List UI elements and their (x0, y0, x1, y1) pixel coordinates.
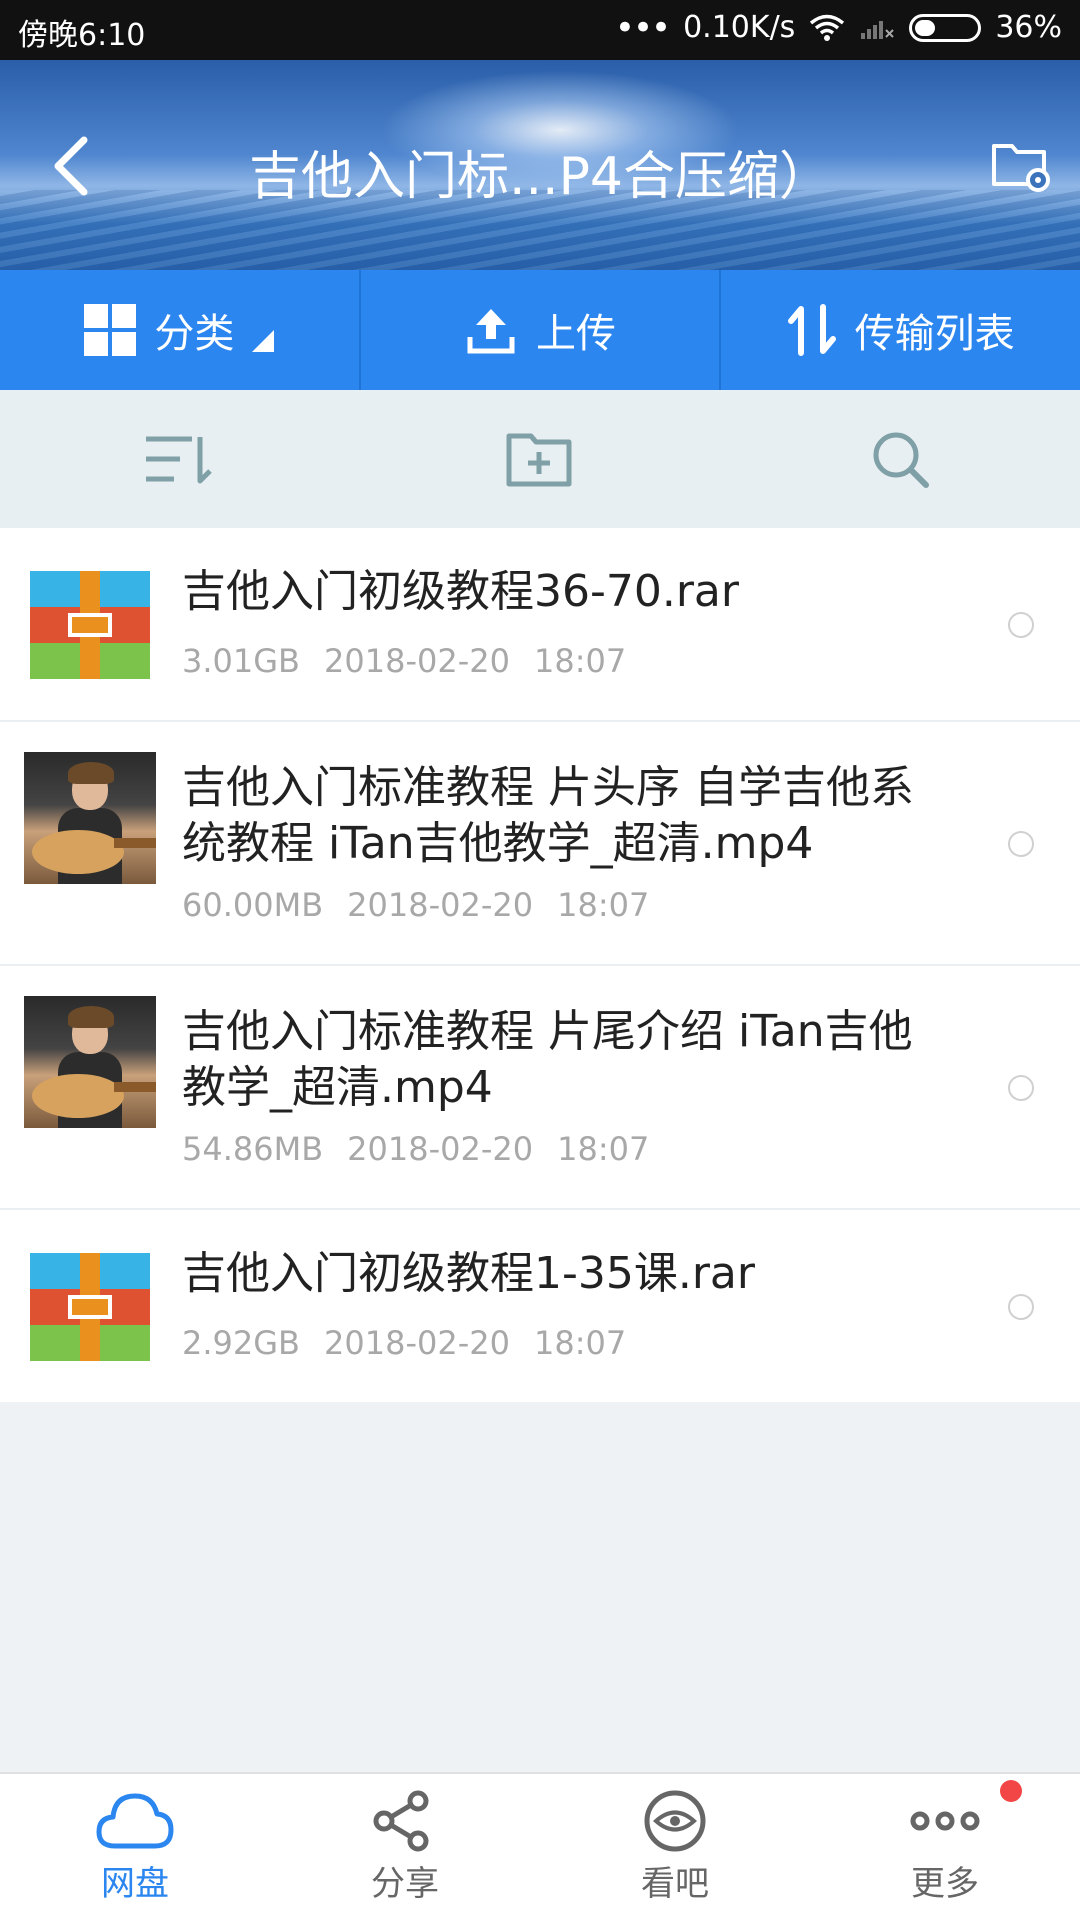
new-folder-icon (506, 433, 572, 487)
sort-icon (146, 436, 212, 484)
upload-icon (467, 309, 515, 354)
upload-label: 上传 (536, 311, 616, 357)
transfer-list-label: 传输列表 (854, 311, 1015, 357)
video-thumbnail (24, 752, 156, 884)
toolbar: 分类 上传 传输列表 (0, 270, 1080, 390)
file-meta: 54.86MB 2018-02-20 18:07 (182, 1130, 673, 1168)
eye-icon (644, 1790, 706, 1852)
file-date: 2018-02-20 (347, 886, 534, 924)
file-name: 吉他入门初级教程36-70.rar (182, 566, 739, 617)
file-size: 3.01GB (182, 642, 300, 680)
category-button[interactable]: 分类 (0, 270, 361, 390)
transfer-icon (787, 304, 836, 356)
nav-label: 更多 (911, 1864, 979, 1904)
list-item[interactable]: 吉他入门初级教程1-35课.rar 2.92GB 2018-02-20 18:07 (0, 1210, 1080, 1402)
bottom-nav: 网盘 分享 看吧 更多 (0, 1772, 1080, 1920)
action-row (0, 390, 1080, 528)
grid-icon (84, 304, 137, 356)
file-date: 2018-02-20 (324, 1324, 510, 1362)
list-item[interactable]: 吉他入门标准教程 片尾介绍 iTan吉他教学_超清.mp4 54.86MB 201… (0, 966, 1080, 1210)
file-size: 2.92GB (182, 1324, 300, 1362)
search-icon (873, 432, 929, 488)
file-meta: 60.00MB 2018-02-20 18:07 (182, 886, 673, 924)
file-meta: 3.01GB 2018-02-20 18:07 (182, 642, 650, 680)
category-label: 分类 (154, 311, 235, 357)
search-button[interactable] (720, 390, 1080, 528)
file-time: 18:07 (533, 642, 627, 680)
battery-icon (909, 13, 982, 42)
status-bar: 傍晚6:10 ••• 0.10K/s 36% (0, 0, 1080, 60)
file-date: 2018-02-20 (347, 1130, 534, 1168)
select-radio[interactable] (1008, 1075, 1034, 1101)
cloud-icon (96, 1793, 174, 1849)
transfer-list-button[interactable]: 传输列表 (721, 270, 1080, 390)
select-radio[interactable] (1008, 1294, 1034, 1320)
network-speed: 0.10K/s (683, 10, 796, 45)
wifi-icon (810, 14, 845, 41)
nav-item-watch[interactable]: 看吧 (540, 1774, 810, 1920)
file-name: 吉他入门初级教程1-35课.rar (182, 1248, 755, 1299)
nav-item-share[interactable]: 分享 (270, 1774, 540, 1920)
nav-item-more[interactable]: 更多 (810, 1774, 1080, 1920)
battery-percent: 36% (995, 10, 1062, 45)
file-name: 吉他入门标准教程 片尾介绍 iTan吉他教学_超清.mp4 (182, 1006, 913, 1113)
back-icon[interactable] (42, 126, 102, 206)
select-radio[interactable] (1008, 612, 1034, 638)
nav-label: 看吧 (641, 1864, 709, 1904)
signal-icon (861, 20, 895, 39)
file-size: 54.86MB (182, 1130, 324, 1168)
file-size: 60.00MB (182, 886, 324, 924)
select-radio[interactable] (1008, 831, 1034, 857)
notification-dot (1000, 1780, 1022, 1802)
status-time: 傍晚6:10 (18, 18, 146, 53)
upload-button[interactable]: 上传 (361, 270, 722, 390)
file-date: 2018-02-20 (324, 642, 510, 680)
folder-settings-icon[interactable] (988, 132, 1052, 196)
list-item[interactable]: 吉他入门标准教程 片头序 自学吉他系统教程 iTan吉他教学_超清.mp4 60… (0, 722, 1080, 966)
header: 吉他入门标...P4合压缩） (0, 60, 1080, 270)
file-time: 18:07 (533, 1324, 627, 1362)
new-folder-button[interactable] (360, 390, 720, 528)
page-title: 吉他入门标...P4合压缩） (248, 147, 832, 207)
file-time: 18:07 (557, 886, 650, 924)
sort-button[interactable] (0, 390, 360, 528)
share-icon (373, 1790, 429, 1852)
more-dots-icon: ••• (614, 7, 671, 48)
dropdown-triangle-icon (252, 330, 275, 352)
file-time: 18:07 (557, 1130, 650, 1168)
nav-label: 网盘 (101, 1864, 169, 1904)
list-item[interactable]: 吉他入门初级教程36-70.rar 3.01GB 2018-02-20 18:07 (0, 528, 1080, 722)
file-list: 吉他入门初级教程36-70.rar 3.01GB 2018-02-20 18:07 … (0, 528, 1080, 1402)
nav-item-cloud[interactable]: 网盘 (0, 1774, 270, 1920)
status-indicators: ••• 0.10K/s 36% (615, 10, 1062, 45)
video-thumbnail (24, 996, 156, 1128)
file-meta: 2.92GB 2018-02-20 18:07 (182, 1324, 650, 1362)
file-name: 吉他入门标准教程 片头序 自学吉他系统教程 iTan吉他教学_超清.mp4 (182, 762, 914, 869)
rar-archive-icon (30, 1253, 150, 1361)
nav-label: 分享 (371, 1864, 439, 1904)
more-icon (910, 1811, 980, 1831)
rar-archive-icon (30, 571, 150, 679)
